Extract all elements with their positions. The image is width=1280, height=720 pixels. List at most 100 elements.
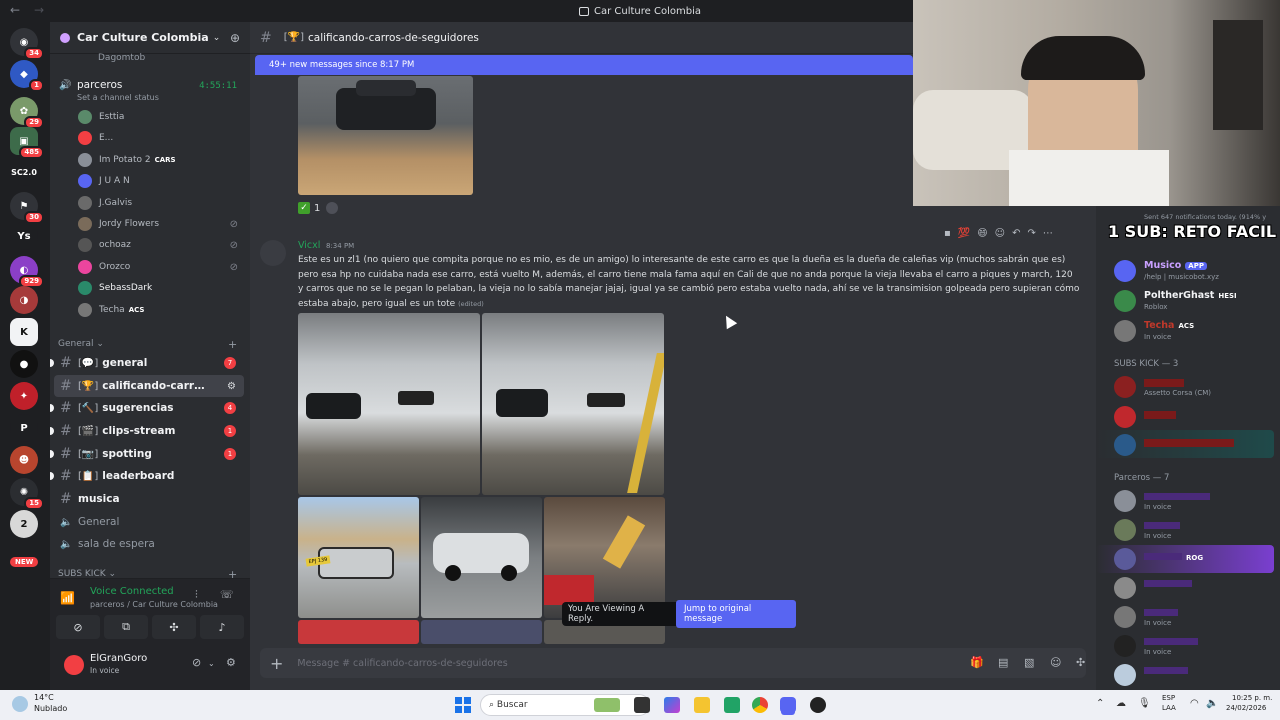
soundboard-button[interactable]: ♪ <box>200 615 244 639</box>
back-arrow-icon[interactable]: ← <box>10 3 20 17</box>
attachment-image[interactable]: EPJ 139 <box>298 497 419 618</box>
member-item[interactable]: Techa ACS In voice <box>1114 318 1276 346</box>
server-icon[interactable]: ▣ 485 <box>10 127 44 159</box>
disconnect-icon[interactable]: ☏ <box>220 588 234 601</box>
sticker-icon[interactable]: ▧ <box>1024 656 1034 669</box>
voice-user[interactable]: SebassDark <box>78 279 248 297</box>
excel-icon[interactable] <box>724 697 740 713</box>
clock-time[interactable]: 10:25 p. m. <box>1232 694 1272 702</box>
server-icon[interactable]: ✦ <box>10 382 38 410</box>
more-icon[interactable]: ⋯ <box>1043 228 1053 239</box>
member-item[interactable]: In voice <box>1114 633 1276 661</box>
reaction-100-icon[interactable]: 💯 <box>958 228 970 239</box>
voice-user-partial[interactable]: Dagomtob <box>98 53 145 63</box>
new-messages-bar[interactable]: 49+ new messages since 8:17 PM <box>255 55 913 75</box>
voice-user[interactable]: Im Potato 2 CARS <box>78 151 248 169</box>
member-item[interactable]: Musico APP/help | musicobot.xyz <box>1114 258 1276 286</box>
screen-share-button[interactable]: ⧉ <box>104 615 148 639</box>
apps-icon[interactable]: ✣ <box>1076 656 1085 669</box>
member-item[interactable]: In voice <box>1114 604 1276 632</box>
channel-general[interactable]: # [💬] general 7 <box>50 352 244 374</box>
voice-channel-general[interactable]: 🔈 General <box>54 511 244 533</box>
member-item[interactable]: PoltherGhast HESI Roblox <box>1114 288 1276 316</box>
chevron-down-icon[interactable]: ⌄ <box>208 659 215 668</box>
server-icon[interactable]: ✺ 15 <box>10 478 44 510</box>
weather-temp[interactable]: 14°C <box>34 693 54 702</box>
windows-start-icon[interactable] <box>455 697 471 713</box>
add-reaction-icon[interactable]: ☺ <box>995 228 1005 239</box>
voice-channel-sala-de-espera[interactable]: 🔈 sala de espera <box>54 533 244 555</box>
attachment-image[interactable] <box>298 313 480 495</box>
attachment-image[interactable] <box>421 497 542 618</box>
server-icon[interactable]: Ys <box>10 222 38 250</box>
avatar[interactable] <box>260 240 286 266</box>
member-item[interactable]: ROG <box>1114 546 1276 574</box>
username[interactable]: ElGranGoro <box>90 653 147 664</box>
volume-icon[interactable]: 🔈 <box>1206 698 1218 709</box>
reaction-checkmark[interactable]: ✓ 1 <box>298 202 320 214</box>
channel-leaderboard[interactable]: # [📋] leaderboard <box>50 465 244 487</box>
taskbar-search[interactable]: ⌕ Buscar <box>480 694 650 716</box>
add-channel-icon[interactable]: + <box>228 338 237 351</box>
wifi-icon[interactable]: ◠ <box>1190 698 1199 709</box>
attachment-image[interactable] <box>544 497 665 618</box>
gif-icon[interactable]: ▤ <box>998 656 1008 669</box>
message-author[interactable]: Vicxl <box>298 240 320 251</box>
channel-clips-stream[interactable]: # [🎬] clips-stream 1 <box>50 420 244 442</box>
activities-button[interactable]: ✣ <box>152 615 196 639</box>
server-icon[interactable]: ◐ 929 <box>10 256 44 288</box>
channel-calificando-carros[interactable]: # [🏆] calificando-carros... ⚙ <box>54 375 244 397</box>
copilot-icon[interactable] <box>664 697 680 713</box>
voice-user[interactable]: E... <box>78 129 248 147</box>
settings-gear-icon[interactable]: ⚙ <box>226 656 236 669</box>
server-icon[interactable]: ☻ <box>10 446 38 474</box>
member-item[interactable] <box>1114 662 1276 690</box>
direct-messages-icon[interactable]: ◉ 34 <box>10 28 44 60</box>
server-header[interactable]: Car Culture Colombia ⌄ ⊕ <box>50 22 250 54</box>
message-image[interactable] <box>298 76 473 195</box>
voice-user[interactable]: J U A N <box>78 172 248 190</box>
server-icon[interactable]: P <box>10 414 38 442</box>
message-input[interactable]: Message # calificando-carros-de-seguidor… <box>297 658 507 669</box>
server-icon[interactable]: SC2.0 <box>10 158 38 186</box>
server-icon[interactable]: ⚑ 30 <box>10 192 44 224</box>
channel-spotting[interactable]: # [📷] spotting 1 <box>50 443 244 465</box>
language-layout[interactable]: LAA <box>1162 704 1176 712</box>
attachment-image[interactable] <box>421 620 542 644</box>
avatar[interactable] <box>64 655 84 675</box>
message-composer[interactable]: + Message # calificando-carros-de-seguid… <box>260 648 1086 678</box>
member-item[interactable]: In voice <box>1114 517 1276 545</box>
voice-user[interactable]: ochoaz ⊘ <box>78 236 248 254</box>
obs-icon[interactable] <box>810 697 826 713</box>
voice-user[interactable]: Jordy Flowers ⊘ <box>78 215 248 233</box>
add-user-icon[interactable]: ⊕ <box>230 31 240 45</box>
member-item[interactable] <box>1114 432 1276 460</box>
channel-settings-icon[interactable]: ⚙ <box>227 381 236 392</box>
member-item[interactable] <box>1114 575 1276 603</box>
member-item[interactable]: Assetto Corsa (CM) <box>1114 374 1276 402</box>
task-view-icon[interactable] <box>634 697 650 713</box>
forward-icon[interactable]: ↷ <box>1028 228 1036 239</box>
emoji-icon[interactable]: ☺ <box>1050 656 1061 669</box>
discord-taskbar-icon[interactable] <box>780 697 796 713</box>
add-reaction-button[interactable] <box>326 202 339 214</box>
file-explorer-icon[interactable] <box>694 697 710 713</box>
signal-icon[interactable]: 📶 <box>60 591 75 605</box>
voice-user[interactable]: J.Galvis <box>78 194 248 212</box>
reaction-smile-icon[interactable]: 😄 <box>977 228 987 239</box>
server-icon[interactable]: ● <box>10 350 38 378</box>
chrome-icon[interactable] <box>752 697 768 713</box>
gift-icon[interactable]: 🎁 <box>970 656 984 669</box>
add-attachment-icon[interactable]: + <box>270 654 283 673</box>
attachment-image[interactable] <box>482 313 664 495</box>
channel-sugerencias[interactable]: # [🔨] sugerencias 4 <box>50 397 244 419</box>
category-general[interactable]: General ⌄ + <box>58 338 237 351</box>
voice-user[interactable]: Techa ACS <box>78 301 248 319</box>
noise-suppression-icon[interactable]: ⫶ <box>195 588 198 602</box>
voice-connected-label[interactable]: Voice Connected <box>90 586 174 597</box>
server-icon[interactable]: 2 <box>10 510 38 538</box>
language-indicator[interactable]: ESP <box>1162 694 1175 702</box>
server-icon[interactable]: ◆ 1 <box>10 60 44 92</box>
server-icon[interactable]: ✿ 29 <box>10 97 44 129</box>
clock-date[interactable]: 24/02/2026 <box>1226 704 1266 712</box>
